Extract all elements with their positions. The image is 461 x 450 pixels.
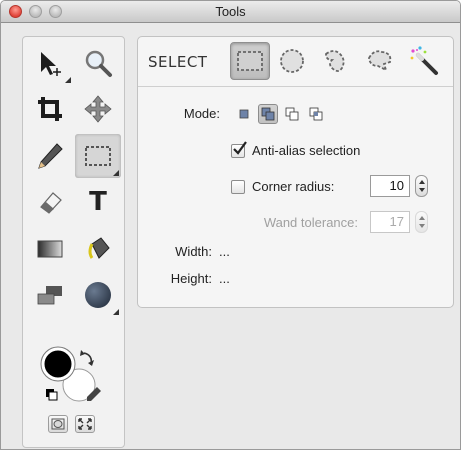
lasso-select-icon bbox=[325, 50, 345, 72]
tool-options-indicator bbox=[65, 77, 71, 83]
width-value: ... bbox=[219, 244, 230, 259]
polygon-lasso-select-icon bbox=[368, 50, 392, 72]
tool-options-indicator bbox=[113, 309, 119, 315]
layers-icon bbox=[37, 286, 62, 305]
paint-bucket-icon bbox=[88, 237, 110, 259]
magic-wand-icon bbox=[410, 46, 438, 75]
rectangle-select-icon bbox=[237, 51, 263, 71]
gradient-tool[interactable] bbox=[27, 227, 73, 271]
eraser-tool[interactable] bbox=[27, 180, 73, 224]
move-arrows-icon bbox=[84, 95, 112, 123]
tools-window: Tools T SELECT Mode: Anti-alias selectio… bbox=[0, 0, 461, 450]
mode-subtract-button[interactable] bbox=[282, 104, 302, 124]
default-colors-icon[interactable] bbox=[48, 391, 58, 401]
paint-bucket-tool[interactable] bbox=[75, 227, 121, 271]
selection-options-panel: SELECT Mode: Anti-alias selection Corner… bbox=[137, 36, 454, 308]
fullscreen-button[interactable] bbox=[75, 415, 95, 433]
foreground-color-swatch[interactable] bbox=[41, 347, 75, 381]
wand-tolerance-field[interactable]: 17 bbox=[370, 211, 410, 233]
ellipse-select-icon bbox=[280, 49, 304, 73]
marquee-icon bbox=[85, 146, 111, 166]
subtract-selection-icon bbox=[285, 107, 299, 121]
replace-selection-icon bbox=[239, 109, 249, 119]
magic-wand-button[interactable] bbox=[404, 42, 444, 80]
height-value: ... bbox=[219, 271, 230, 286]
mode-add-button[interactable] bbox=[258, 104, 278, 124]
intersect-selection-icon bbox=[309, 107, 323, 121]
quick-mask-button[interactable] bbox=[48, 415, 68, 433]
tool-options-indicator bbox=[113, 170, 119, 176]
corner-radius-checkbox[interactable] bbox=[231, 180, 245, 194]
circle-icon bbox=[85, 282, 111, 308]
text-icon: T bbox=[89, 187, 107, 217]
pencil-tool[interactable] bbox=[27, 134, 73, 178]
corner-radius-stepper[interactable] bbox=[415, 175, 428, 197]
height-label: Height: bbox=[170, 271, 212, 286]
polygon-lasso-select-button[interactable] bbox=[360, 42, 400, 80]
shape-tool[interactable] bbox=[75, 273, 121, 317]
panel-title: SELECT bbox=[148, 53, 208, 71]
layer-tool[interactable] bbox=[27, 273, 73, 317]
move-selection-tool[interactable] bbox=[27, 41, 73, 85]
pencil-icon bbox=[38, 143, 63, 169]
width-label: Width: bbox=[175, 244, 212, 259]
ellipse-select-button[interactable] bbox=[272, 42, 312, 80]
expand-arrows-icon bbox=[78, 418, 92, 430]
wand-tolerance-stepper[interactable] bbox=[415, 211, 428, 233]
corner-radius-field[interactable]: 10 bbox=[370, 175, 410, 197]
rectangle-select-button[interactable] bbox=[230, 42, 270, 80]
corner-radius-label: Corner radius: bbox=[252, 179, 335, 194]
eraser-icon bbox=[40, 192, 62, 214]
anti-alias-label: Anti-alias selection bbox=[252, 143, 361, 158]
checkmark-icon bbox=[233, 141, 247, 155]
window-title: Tools bbox=[215, 4, 246, 19]
selection-tool[interactable] bbox=[75, 134, 121, 178]
color-well bbox=[39, 343, 109, 413]
mode-label: Mode: bbox=[183, 106, 220, 121]
add-selection-icon bbox=[261, 107, 275, 121]
anti-alias-checkbox[interactable] bbox=[231, 141, 247, 158]
ellipse-mask-icon bbox=[51, 418, 65, 430]
tool-palette: T bbox=[22, 36, 125, 448]
pan-tool[interactable] bbox=[75, 87, 121, 131]
text-tool[interactable]: T bbox=[75, 180, 121, 224]
arrow-move-icon bbox=[41, 52, 61, 76]
gradient-icon bbox=[37, 240, 63, 258]
mode-intersect-button[interactable] bbox=[306, 104, 326, 124]
lasso-select-button[interactable] bbox=[316, 42, 356, 80]
wand-tolerance-label: Wand tolerance: bbox=[263, 215, 358, 230]
magnifier-icon bbox=[85, 50, 112, 77]
panel-header: SELECT bbox=[138, 37, 453, 87]
title-bar[interactable]: Tools bbox=[1, 1, 460, 23]
zoom-tool[interactable] bbox=[75, 41, 121, 85]
crop-tool[interactable] bbox=[27, 87, 73, 131]
mode-replace-button[interactable] bbox=[234, 104, 254, 124]
crop-icon bbox=[38, 97, 62, 121]
